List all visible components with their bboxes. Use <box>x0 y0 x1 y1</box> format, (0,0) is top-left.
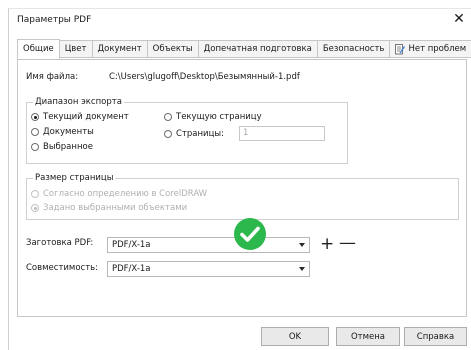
tab-no-issues-label: Нет проблем <box>408 44 467 54</box>
checkmark-badge-icon <box>234 218 266 250</box>
tab-no-issues[interactable]: Нет проблем <box>390 40 471 58</box>
radio-pages-label: Страницы: <box>176 129 224 139</box>
compatibility-dropdown[interactable]: PDF/X-1a <box>107 261 310 277</box>
chevron-down-icon <box>299 267 305 271</box>
page-size-group: Размер страницы Согласно определению в C… <box>26 173 459 220</box>
filename-label: Имя файла: <box>26 72 79 82</box>
tab-general[interactable]: Общие <box>17 39 60 59</box>
tab-objects[interactable]: Объекты <box>147 40 199 58</box>
radio-current-page[interactable]: Текущую страницу <box>164 112 262 122</box>
radio-as-in-coreldraw-label: Согласно определению в CorelDRAW <box>43 189 208 199</box>
radio-selected-label: Выбранное <box>43 142 93 152</box>
pages-input[interactable]: 1 <box>239 126 325 141</box>
tab-color[interactable]: Цвет <box>59 40 93 58</box>
ok-button[interactable]: OK <box>261 327 329 346</box>
remove-preset-button[interactable]: — <box>339 235 356 252</box>
radio-documents-label: Документы <box>43 127 94 137</box>
preset-label: Заготовка PDF: <box>26 238 94 248</box>
add-preset-button[interactable]: + <box>320 236 334 253</box>
general-tab-panel: Имя файла: C:\Users\glugoff\Desktop\Безы… <box>17 59 467 317</box>
tab-document[interactable]: Документ <box>92 40 148 58</box>
radio-documents[interactable]: Документы <box>31 127 94 137</box>
radio-button <box>31 190 39 198</box>
close-icon[interactable]: ✕ <box>450 10 468 28</box>
tab-bar: Общие Цвет Документ Объекты Допечатная п… <box>17 39 471 59</box>
radio-pages[interactable]: Страницы: <box>164 129 224 139</box>
preset-value: PDF/X-1a <box>112 240 151 250</box>
compatibility-label: Совместимость: <box>26 263 99 273</box>
radio-button <box>164 113 172 121</box>
page-size-legend: Размер страницы <box>33 173 116 183</box>
radio-as-in-coreldraw[interactable]: Согласно определению в CorelDRAW <box>31 189 207 199</box>
help-button[interactable]: Справка <box>404 327 467 346</box>
cancel-button[interactable]: Отмена <box>336 327 400 346</box>
export-range-group: Диапазон экспорта Текущий документ Докум… <box>26 97 348 164</box>
export-range-legend: Диапазон экспорта <box>33 97 124 107</box>
radio-by-selected-objects[interactable]: Задано выбранными объектами <box>31 203 187 213</box>
tab-prepress[interactable]: Допечатная подготовка <box>198 40 318 58</box>
preflight-document-icon <box>395 43 406 54</box>
radio-selected[interactable]: Выбранное <box>31 142 93 152</box>
radio-button <box>164 130 172 138</box>
radio-button-selected <box>31 113 39 121</box>
preset-dropdown[interactable]: PDF/X-1a <box>107 237 310 253</box>
tab-security[interactable]: Безопасность <box>317 40 391 58</box>
chevron-down-icon <box>299 243 305 247</box>
pdf-settings-dialog: Параметры PDF ✕ Общие Цвет Документ Объе… <box>8 8 471 350</box>
compatibility-value: PDF/X-1a <box>112 264 151 274</box>
radio-button <box>31 128 39 136</box>
radio-by-selected-objects-label: Задано выбранными объектами <box>43 203 188 213</box>
dialog-title: Параметры PDF <box>17 15 92 25</box>
radio-button-selected <box>31 204 39 212</box>
filename-value: C:\Users\glugoff\Desktop\Безымянный-1.pd… <box>109 72 300 82</box>
radio-current-document-label: Текущий документ <box>43 112 129 122</box>
radio-current-document[interactable]: Текущий документ <box>31 112 129 122</box>
radio-current-page-label: Текущую страницу <box>176 112 262 122</box>
radio-button <box>31 143 39 151</box>
